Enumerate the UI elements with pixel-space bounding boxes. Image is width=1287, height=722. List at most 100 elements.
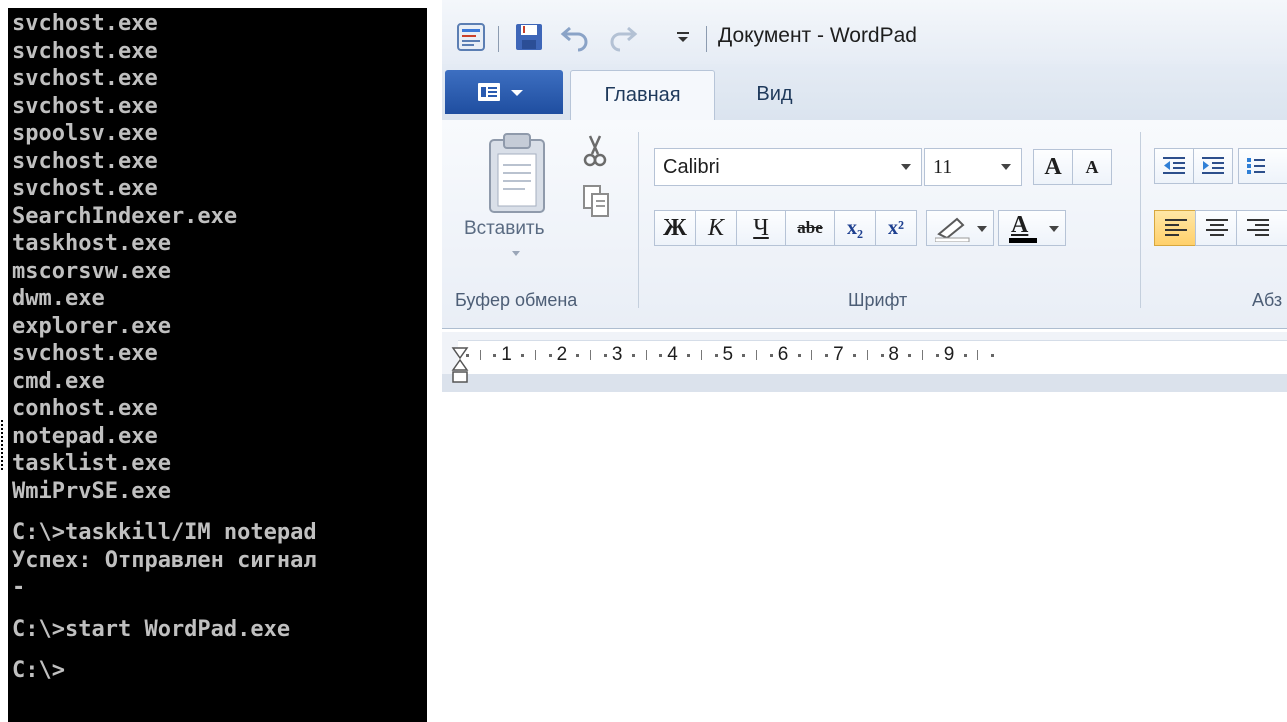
group-separator	[638, 132, 639, 308]
align-center-button[interactable]	[1195, 210, 1237, 246]
ruler-dot	[714, 354, 718, 357]
console-line: Успех: Отправлен сигнал	[12, 547, 317, 573]
ruler-dot	[908, 354, 912, 357]
font-size-select[interactable]: 11	[924, 148, 1022, 186]
ruler-dot	[659, 354, 663, 357]
copy-icon[interactable]	[582, 184, 610, 218]
console-line: cmd.exe	[12, 368, 105, 394]
window-gap	[427, 0, 442, 722]
console-line: svchost.exe	[12, 93, 158, 119]
ruler-tick	[977, 350, 979, 360]
ruler-dot	[797, 354, 801, 357]
ruler-dot	[576, 354, 580, 357]
font-family-value: Calibri	[663, 156, 720, 178]
grow-font-button[interactable]: A	[1033, 149, 1073, 185]
ruler-number: 2	[556, 344, 568, 365]
ribbon-tab-bar: Главная Вид	[442, 64, 1287, 121]
ruler-number: 3	[611, 344, 623, 365]
subscript-button[interactable]: x₂	[834, 210, 876, 246]
console-line: -	[12, 575, 26, 600]
ruler-tick	[922, 350, 924, 360]
chevron-down-icon	[1049, 226, 1059, 232]
ruler-number: 4	[667, 344, 678, 365]
align-right-icon	[1247, 219, 1269, 236]
save-icon[interactable]	[514, 22, 544, 52]
bullet-list-icon	[1247, 158, 1265, 174]
increase-indent-icon	[1202, 157, 1224, 174]
superscript-label: x²	[888, 217, 904, 239]
console-line: svchost.exe	[12, 148, 158, 174]
console-line: taskhost.exe	[12, 231, 171, 256]
console-line: SearchIndexer.exe	[12, 203, 238, 229]
ruler-dot	[465, 354, 469, 357]
shrink-font-label: A	[1085, 157, 1099, 177]
customize-quick-access-icon[interactable]	[676, 30, 690, 44]
highlight-color-button[interactable]	[926, 210, 994, 246]
ruler-tick	[866, 350, 868, 360]
console-line: svchost.exe	[12, 38, 158, 64]
align-left-button[interactable]	[1154, 210, 1196, 246]
superscript-button[interactable]: x²	[875, 210, 917, 246]
font-family-select[interactable]: Calibri	[654, 148, 922, 186]
console-line: dwm.exe	[12, 286, 105, 311]
ruler-dot	[604, 354, 608, 357]
indent-marker-icon[interactable]	[451, 346, 469, 386]
ruler-number: 7	[833, 344, 844, 365]
bold-button[interactable]: Ж	[654, 210, 696, 246]
ruler-tick	[590, 350, 592, 360]
ruler-number: 6	[777, 344, 789, 365]
tab-view[interactable]: Вид	[732, 70, 817, 120]
chevron-down-icon	[511, 90, 523, 96]
decrease-indent-button[interactable]	[1154, 148, 1194, 184]
ruler-tick	[700, 350, 702, 360]
menu-icon	[478, 83, 500, 101]
tab-home[interactable]: Главная	[570, 70, 715, 121]
strikethrough-button[interactable]: abe	[785, 210, 835, 246]
align-right-button[interactable]	[1236, 210, 1287, 246]
ruler-number: 5	[722, 344, 734, 365]
redo-icon[interactable]	[606, 22, 638, 52]
console-line: mscorsvw.exe	[12, 258, 171, 284]
cut-icon[interactable]	[582, 134, 608, 168]
console-line: C:\>	[12, 658, 65, 683]
ruler-tick	[811, 350, 813, 360]
ruler-tick	[756, 350, 758, 360]
chevron-down-icon	[1001, 164, 1011, 170]
title-bar: Документ - WordPad	[442, 0, 1287, 64]
font-color-label: A	[1011, 212, 1029, 238]
paste-dropdown-icon[interactable]	[511, 250, 521, 258]
ruler-band	[458, 340, 1287, 376]
ruler-dot	[935, 354, 939, 357]
shrink-font-button[interactable]: A	[1072, 149, 1112, 185]
increase-indent-button[interactable]	[1193, 148, 1233, 184]
console-line: tasklist.exe	[12, 451, 171, 476]
wordpad-app-icon[interactable]	[456, 22, 486, 52]
highlighter-icon	[935, 217, 970, 242]
paste-icon[interactable]	[486, 132, 548, 214]
console-output: svchost.exe svchost.exe svchost.exe svchost…	[12, 10, 427, 685]
undo-icon[interactable]	[560, 22, 592, 52]
group-separator	[1140, 132, 1141, 308]
window-title: Документ - WordPad	[718, 24, 917, 47]
font-color-button[interactable]: A	[998, 210, 1066, 246]
console-line: svchost.exe	[12, 66, 158, 91]
paste-button-label[interactable]: Вставить	[464, 218, 545, 240]
ruler-dot	[493, 354, 497, 357]
document-area[interactable]	[442, 392, 1287, 722]
font-size-value: 11	[933, 156, 953, 178]
app-menu-button[interactable]	[445, 70, 563, 114]
console-line: WmiPrvSE.exe	[12, 478, 171, 504]
underline-button[interactable]: Ч	[736, 210, 786, 246]
ruler-dot	[742, 354, 746, 357]
list-button[interactable]	[1238, 148, 1287, 184]
ruler-dot	[521, 354, 525, 357]
console-line: C:\>start WordPad.exe	[12, 616, 291, 642]
command-prompt-window[interactable]: svchost.exe svchost.exe svchost.exe svchost…	[8, 8, 427, 722]
console-line: spoolsv.exe	[12, 121, 158, 146]
console-line: explorer.exe	[12, 313, 171, 339]
toolbar-separator	[498, 26, 499, 52]
italic-button[interactable]: К	[695, 210, 737, 246]
ruler-dot	[548, 354, 552, 357]
